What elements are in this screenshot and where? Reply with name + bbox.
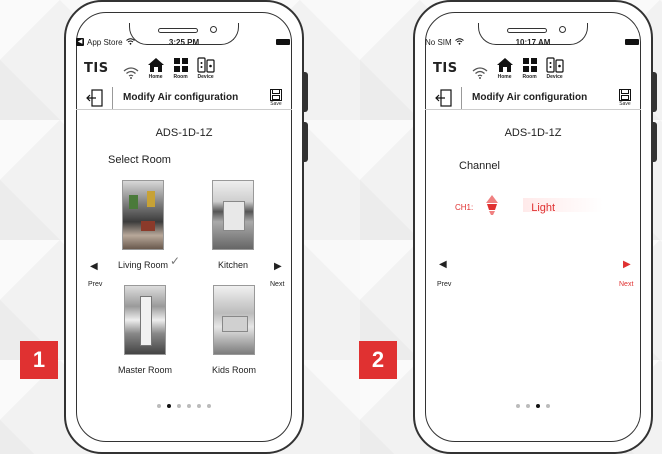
room-name: Living Room — [118, 260, 169, 270]
room-name: Master Room — [118, 365, 173, 375]
status-bar: ◀ App Store 3:25 PM — [76, 36, 292, 48]
step-badge-2: 2 — [359, 341, 397, 379]
room-button[interactable]: Room — [522, 57, 538, 80]
page-indicator — [415, 404, 651, 408]
battery-icon — [276, 39, 290, 45]
exit-icon[interactable] — [84, 87, 106, 109]
master-room-photo — [124, 285, 166, 355]
floppy-disk-icon — [270, 88, 282, 101]
living-room-photo — [122, 180, 165, 250]
kitchen-photo — [212, 180, 254, 250]
page-dot[interactable] — [546, 404, 550, 408]
save-button[interactable]: Save — [270, 88, 282, 107]
channel-name: CH1: — [455, 203, 474, 212]
page-indicator — [66, 404, 302, 408]
page-dot[interactable] — [187, 404, 191, 408]
wifi-icon — [454, 37, 464, 47]
light-bulb-icon — [483, 194, 501, 221]
app-header: TIS Home Room Device — [76, 52, 292, 84]
room-card-kids[interactable]: Kids Room — [212, 285, 256, 375]
switch-panel-icon — [196, 56, 215, 73]
exit-icon[interactable] — [433, 87, 455, 109]
page-dot-active[interactable] — [167, 404, 171, 408]
room-card-kitchen[interactable]: Kitchen — [212, 180, 254, 270]
carrier-label: No SIM — [425, 37, 452, 47]
grid-icon — [173, 57, 188, 72]
home-icon — [496, 57, 513, 72]
page-title: Modify Air configuration — [123, 92, 239, 103]
home-button[interactable]: Home — [147, 57, 165, 80]
status-time: 3:25 PM — [168, 37, 200, 47]
wifi-connection-icon[interactable] — [123, 66, 139, 80]
room-name: Kitchen — [217, 260, 249, 270]
brand-logo: TIS — [433, 60, 458, 76]
prev-label[interactable]: Prev — [88, 281, 102, 288]
phone-frame-2: No SIM 10:17 AM TIS Home Room Device Mod… — [413, 0, 657, 454]
prev-arrow-icon[interactable]: ◀ — [439, 259, 447, 270]
section-title: Select Room — [108, 154, 171, 166]
phone-frame-1: ◀ App Store 3:25 PM TIS Home Room Device… — [64, 0, 308, 454]
next-arrow-icon[interactable]: ▶ — [623, 259, 631, 270]
carrier-label: App Store — [87, 37, 123, 47]
device-id: ADS-1D-1Z — [155, 127, 213, 139]
battery-icon — [625, 39, 639, 45]
status-bar: No SIM 10:17 AM — [425, 36, 641, 48]
channel-row[interactable]: CH1: Light — [455, 194, 621, 221]
device-id: ADS-1D-1Z — [504, 127, 562, 139]
room-card-living[interactable]: ✓ Living Room — [118, 180, 180, 270]
next-label[interactable]: Next — [270, 281, 284, 288]
brand-logo: TIS — [84, 60, 109, 76]
kids-room-photo — [213, 285, 255, 355]
room-button[interactable]: Room — [173, 57, 189, 80]
selected-check-icon: ✓ — [169, 254, 181, 268]
page-dot[interactable] — [177, 404, 181, 408]
channel-type[interactable]: Light — [531, 202, 555, 214]
wifi-icon — [125, 37, 135, 47]
next-arrow-icon[interactable]: ▶ — [274, 261, 282, 272]
page-dot[interactable] — [197, 404, 201, 408]
wifi-connection-icon[interactable] — [472, 66, 488, 80]
page-dot-active[interactable] — [536, 404, 540, 408]
section-title: Channel — [459, 160, 500, 172]
home-button[interactable]: Home — [496, 57, 514, 80]
room-name: Kids Room — [212, 365, 257, 375]
back-to-app-icon[interactable]: ◀ — [76, 38, 84, 46]
save-button[interactable]: Save — [619, 88, 631, 107]
prev-arrow-icon[interactable]: ◀ — [90, 261, 98, 272]
page-dot[interactable] — [157, 404, 161, 408]
next-label[interactable]: Next — [619, 281, 633, 288]
prev-label[interactable]: Prev — [437, 281, 451, 288]
step-badge-1: 1 — [20, 341, 58, 379]
room-card-master[interactable]: Master Room — [118, 285, 172, 375]
app-header: TIS Home Room Device — [425, 52, 641, 84]
grid-icon — [522, 57, 537, 72]
device-button[interactable]: Device — [545, 56, 564, 80]
floppy-disk-icon — [619, 88, 631, 101]
nav-bar: Modify Air configuration Save — [76, 86, 292, 110]
status-time: 10:17 AM — [515, 37, 551, 47]
page-dot[interactable] — [207, 404, 211, 408]
nav-bar: Modify Air configuration Save — [425, 86, 641, 110]
home-icon — [147, 57, 164, 72]
page-title: Modify Air configuration — [472, 92, 588, 103]
switch-panel-icon — [545, 56, 564, 73]
page-dot[interactable] — [516, 404, 520, 408]
device-button[interactable]: Device — [196, 56, 215, 80]
page-dot[interactable] — [526, 404, 530, 408]
